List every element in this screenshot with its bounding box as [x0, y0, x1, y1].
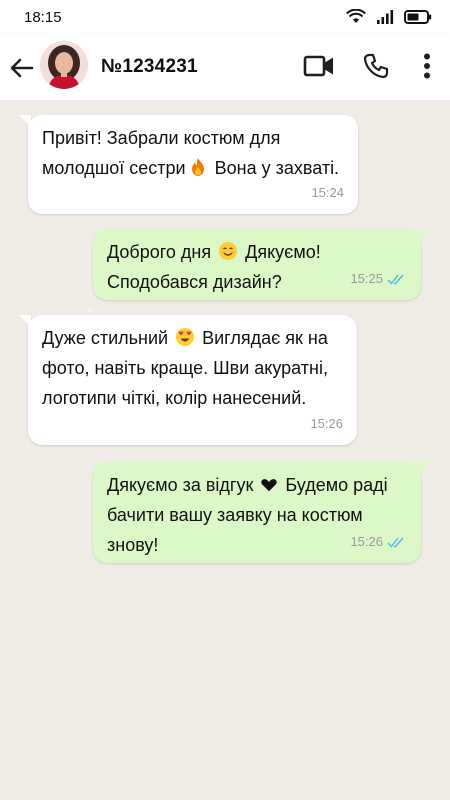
- message-time: 15:26: [310, 416, 343, 431]
- message-bubble-outgoing[interactable]: Доброго дня Дякуємо! Сподобався дизайн? …: [93, 229, 430, 300]
- video-call-icon: [303, 55, 333, 77]
- read-ticks-icon: [387, 274, 404, 285]
- heart-eyes-emoji-icon: [176, 328, 195, 346]
- message-text: Дуже стильний Виглядає як на фото, навіт…: [42, 323, 343, 413]
- more-options-button[interactable]: [418, 51, 436, 81]
- message-meta: 15:25: [350, 264, 407, 294]
- message-meta: 15:26: [310, 409, 343, 439]
- status-time: 18:15: [24, 9, 62, 26]
- message-bubble-incoming[interactable]: Дуже стильний Виглядає як на фото, навіт…: [19, 315, 357, 445]
- more-vert-icon: [424, 53, 430, 79]
- read-ticks-icon: [387, 537, 404, 548]
- message-text-part: Дякуємо за відгук: [107, 475, 254, 495]
- phone-icon: [363, 53, 389, 79]
- status-bar: 18:15: [0, 0, 450, 34]
- back-arrow-icon: [10, 58, 34, 78]
- status-icons: [346, 8, 432, 26]
- video-call-button[interactable]: [302, 51, 336, 81]
- message-text-part: Доброго дня: [107, 242, 212, 262]
- back-button[interactable]: [8, 54, 36, 82]
- message-time: 15:25: [350, 271, 383, 286]
- message-time: 15:26: [350, 534, 383, 549]
- message-meta: 15:26: [350, 527, 407, 557]
- message-bubble-outgoing[interactable]: Дякуємо за відгук Будемо раді бачити ваш…: [93, 462, 430, 563]
- signal-icon: [377, 10, 394, 24]
- message-text: Привіт! Забрали костюм для молодшої сест…: [42, 123, 344, 183]
- black-heart-emoji-icon: [261, 479, 278, 492]
- message-text-part: Дуже стильний: [42, 328, 169, 348]
- wifi-icon: [346, 9, 366, 23]
- chat-header: №1234231: [0, 34, 450, 100]
- smiling-face-emoji-icon: [219, 242, 238, 260]
- chat-area[interactable]: Привіт! Забрали костюм для молодшої сест…: [0, 100, 450, 800]
- fire-emoji-icon: [191, 158, 204, 176]
- avatar-image: [40, 41, 88, 89]
- battery-icon: [404, 10, 432, 24]
- voice-call-button[interactable]: [361, 51, 391, 81]
- message-time: 15:24: [311, 185, 344, 200]
- message-bubble-incoming[interactable]: Привіт! Забрали костюм для молодшої сест…: [19, 115, 358, 214]
- message-text-part: Вона у захваті.: [214, 158, 340, 178]
- contact-name[interactable]: №1234231: [101, 56, 198, 78]
- message-meta: 15:24: [311, 178, 344, 208]
- contact-avatar[interactable]: [40, 41, 88, 89]
